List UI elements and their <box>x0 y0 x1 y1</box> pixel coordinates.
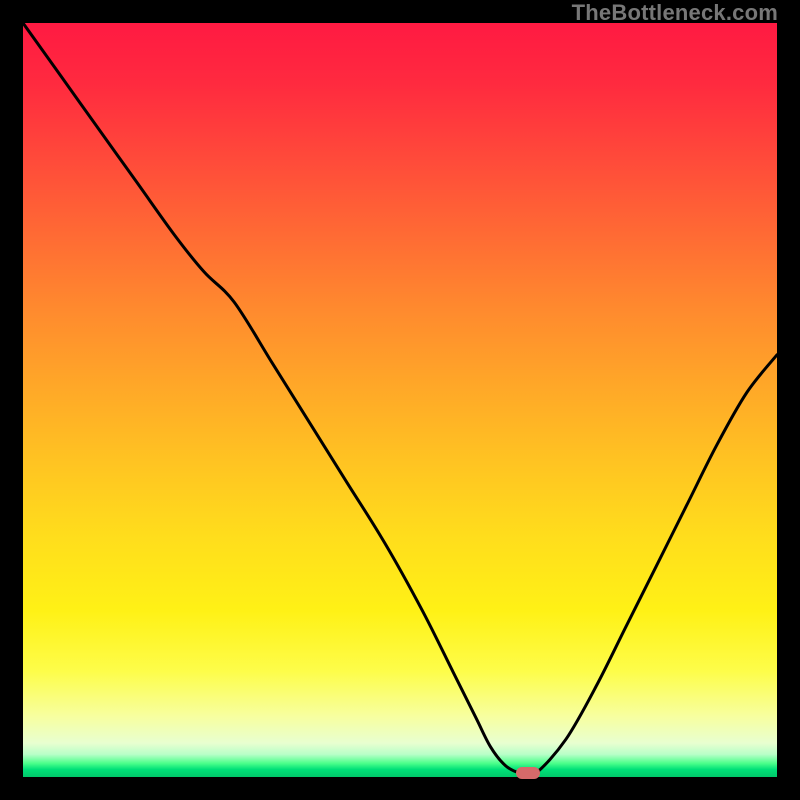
plot-area <box>23 23 777 777</box>
bottleneck-curve <box>23 23 777 776</box>
optimal-point-marker <box>516 767 540 779</box>
chart-frame: TheBottleneck.com <box>0 0 800 800</box>
curve-layer <box>23 23 777 777</box>
